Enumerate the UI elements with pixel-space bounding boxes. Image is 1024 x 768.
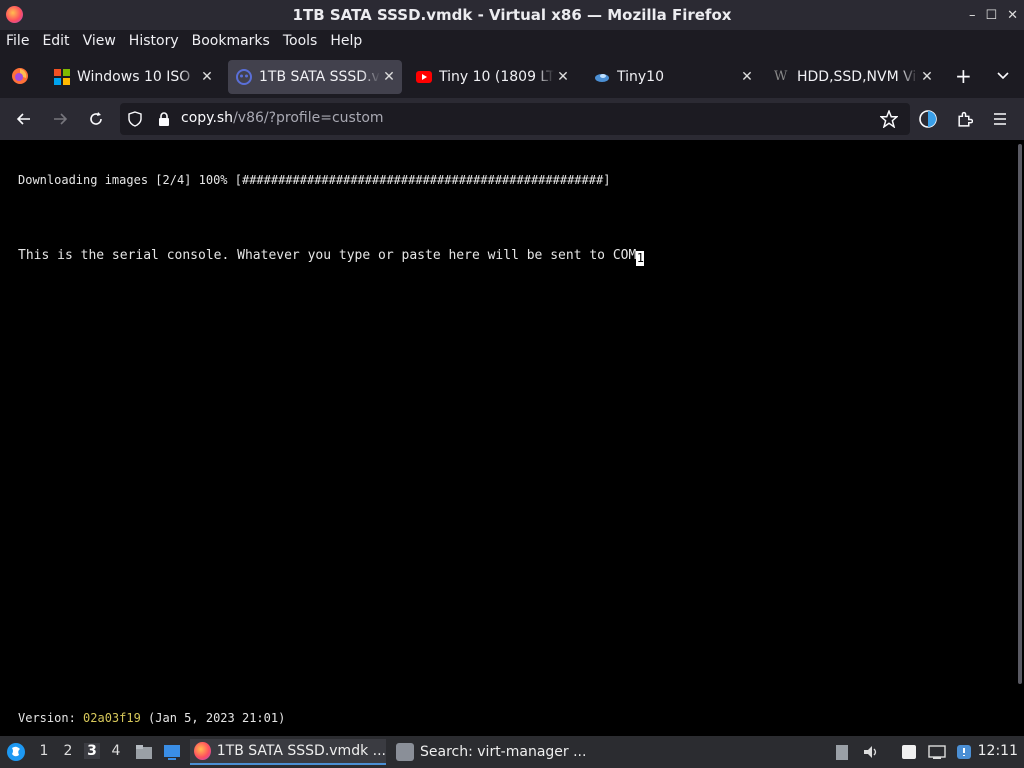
tab-close-icon[interactable]: ✕ bbox=[380, 69, 398, 85]
app-menu-button[interactable] bbox=[988, 107, 1012, 131]
menu-bookmarks[interactable]: Bookmarks bbox=[192, 33, 270, 49]
console-line: This is the serial console. Whatever you… bbox=[18, 248, 637, 263]
v86-logo-icon bbox=[236, 69, 252, 85]
minimize-button[interactable]: – bbox=[969, 8, 976, 23]
page-scrollbar[interactable] bbox=[1018, 144, 1022, 684]
lock-icon[interactable] bbox=[156, 111, 172, 127]
tab-hdd-ssd-nvm[interactable]: W HDD,SSD,NVM Virtual ✕ bbox=[766, 60, 940, 94]
new-tab-button[interactable]: + bbox=[955, 64, 972, 88]
tab-label: Tiny 10 (1809 LTSC) bbox=[439, 69, 554, 85]
workspace-2[interactable]: 2 bbox=[60, 743, 76, 759]
tab-tiny-10-1809[interactable]: Tiny 10 (1809 LTSC) ✕ bbox=[408, 60, 576, 94]
tab-label: Tiny10 bbox=[617, 69, 664, 85]
youtube-icon bbox=[416, 71, 432, 83]
hamburger-menu-icon bbox=[994, 113, 1006, 125]
menu-edit[interactable]: Edit bbox=[42, 33, 69, 49]
back-button[interactable] bbox=[12, 107, 36, 131]
tab-tiny10[interactable]: Tiny10 ✕ bbox=[586, 60, 760, 94]
reload-button[interactable] bbox=[84, 107, 108, 131]
task-label: 1TB SATA SSSD.vmdk ... bbox=[216, 743, 386, 759]
download-progress-text: Downloading images [2/4] 100% [#########… bbox=[18, 173, 611, 187]
workspace-1[interactable]: 1 bbox=[36, 743, 52, 759]
url-bar[interactable]: copy.sh/v86/?profile=custom bbox=[120, 103, 910, 135]
tab-label: HDD,SSD,NVM Virtual bbox=[797, 69, 918, 85]
list-all-tabs-icon[interactable] bbox=[996, 68, 1010, 82]
star-icon[interactable] bbox=[880, 110, 898, 128]
url-path: /v86/?profile=custom bbox=[233, 110, 384, 126]
menu-history[interactable]: History bbox=[129, 33, 179, 49]
puzzle-icon bbox=[957, 111, 973, 127]
workspace-4[interactable]: 4 bbox=[108, 743, 124, 759]
window-title: 1TB SATA SSSD.vmdk - Virtual x86 — Mozil… bbox=[292, 6, 732, 24]
reload-icon bbox=[90, 112, 102, 125]
volume-icon[interactable] bbox=[862, 743, 880, 761]
version-hash-link[interactable]: 02a03f19 bbox=[83, 711, 141, 725]
arrow-left-icon bbox=[16, 113, 30, 125]
firefox-icon bbox=[194, 742, 211, 760]
page-content: Downloading images [2/4] 100% [#########… bbox=[0, 140, 1024, 736]
menu-help[interactable]: Help bbox=[330, 33, 362, 49]
search-app-icon bbox=[396, 743, 414, 761]
tab-close-icon[interactable]: ✕ bbox=[198, 69, 216, 85]
console-cursor: 1 bbox=[636, 251, 645, 266]
network-icon[interactable] bbox=[928, 743, 946, 761]
dark-reader-extension-button[interactable] bbox=[916, 107, 940, 131]
close-window-button[interactable]: ✕ bbox=[1007, 8, 1018, 23]
windows-logo-icon bbox=[54, 69, 70, 85]
version-label: Version: bbox=[18, 711, 84, 725]
tab-close-icon[interactable]: ✕ bbox=[918, 69, 936, 85]
url-text[interactable]: copy.sh/v86/?profile=custom bbox=[181, 110, 384, 126]
web-page-icon bbox=[595, 74, 609, 82]
window-controls: – ☐ ✕ bbox=[969, 0, 1018, 30]
taskbar: 1 2 3 4 1TB SATA SSSD.vmdk ... Search: v… bbox=[0, 736, 1024, 768]
version-info: Version: 02a03f19 (Jan 5, 2023 21:01) bbox=[18, 711, 285, 725]
menu-file[interactable]: File bbox=[6, 33, 29, 49]
extensions-button[interactable] bbox=[952, 107, 976, 131]
task-search[interactable]: Search: virt-manager ... bbox=[392, 739, 588, 765]
forward-button[interactable] bbox=[48, 107, 72, 131]
shield-icon[interactable] bbox=[127, 111, 143, 127]
console-output: This is the serial console. Whatever you… bbox=[18, 248, 645, 266]
tab-1tb-sata-sssd[interactable]: 1TB SATA SSSD.vmdk ✕ bbox=[228, 60, 402, 94]
task-label: Search: virt-manager ... bbox=[420, 744, 587, 760]
updates-tray-icon[interactable] bbox=[955, 743, 973, 761]
clock[interactable]: 12:11 bbox=[978, 743, 1018, 759]
notes-tray-icon[interactable] bbox=[900, 743, 918, 761]
menu-bar: File Edit View History Bookmarks Tools H… bbox=[0, 30, 1024, 52]
firefox-icon bbox=[6, 6, 23, 23]
window-titlebar: 1TB SATA SSSD.vmdk - Virtual x86 — Mozil… bbox=[0, 0, 1024, 30]
tab-windows-10-iso[interactable]: Windows 10 ISO ✕ bbox=[46, 60, 220, 94]
maximize-button[interactable]: ☐ bbox=[985, 8, 997, 23]
wikipedia-icon: W bbox=[774, 69, 788, 84]
desktop-icon[interactable] bbox=[163, 743, 181, 761]
workspace-3[interactable]: 3 bbox=[84, 743, 100, 759]
contrast-icon bbox=[919, 110, 937, 128]
navigation-bar: copy.sh/v86/?profile=custom bbox=[0, 98, 1024, 140]
serial-console[interactable]: This is the serial console. Whatever you… bbox=[18, 248, 1006, 680]
version-date: (Jan 5, 2023 21:01) bbox=[140, 711, 286, 725]
tab-label: 1TB SATA SSSD.vmdk bbox=[259, 69, 380, 85]
arrow-right-icon bbox=[54, 113, 68, 125]
tab-close-icon[interactable]: ✕ bbox=[738, 69, 756, 85]
tab-label: Windows 10 ISO bbox=[77, 69, 191, 85]
url-host: copy.sh bbox=[181, 110, 234, 126]
tab-close-icon[interactable]: ✕ bbox=[554, 69, 572, 85]
menu-view[interactable]: View bbox=[83, 33, 116, 49]
menu-tools[interactable]: Tools bbox=[283, 33, 318, 49]
tab-strip: Windows 10 ISO ✕ 1TB SATA SSSD.vmdk ✕ Ti… bbox=[0, 56, 1024, 98]
firefox-view-icon[interactable] bbox=[10, 66, 30, 86]
task-firefox[interactable]: 1TB SATA SSSD.vmdk ... bbox=[190, 739, 386, 765]
clipboard-tray-icon[interactable] bbox=[834, 743, 850, 761]
file-manager-icon[interactable] bbox=[135, 743, 153, 761]
start-menu-icon[interactable] bbox=[6, 742, 26, 762]
